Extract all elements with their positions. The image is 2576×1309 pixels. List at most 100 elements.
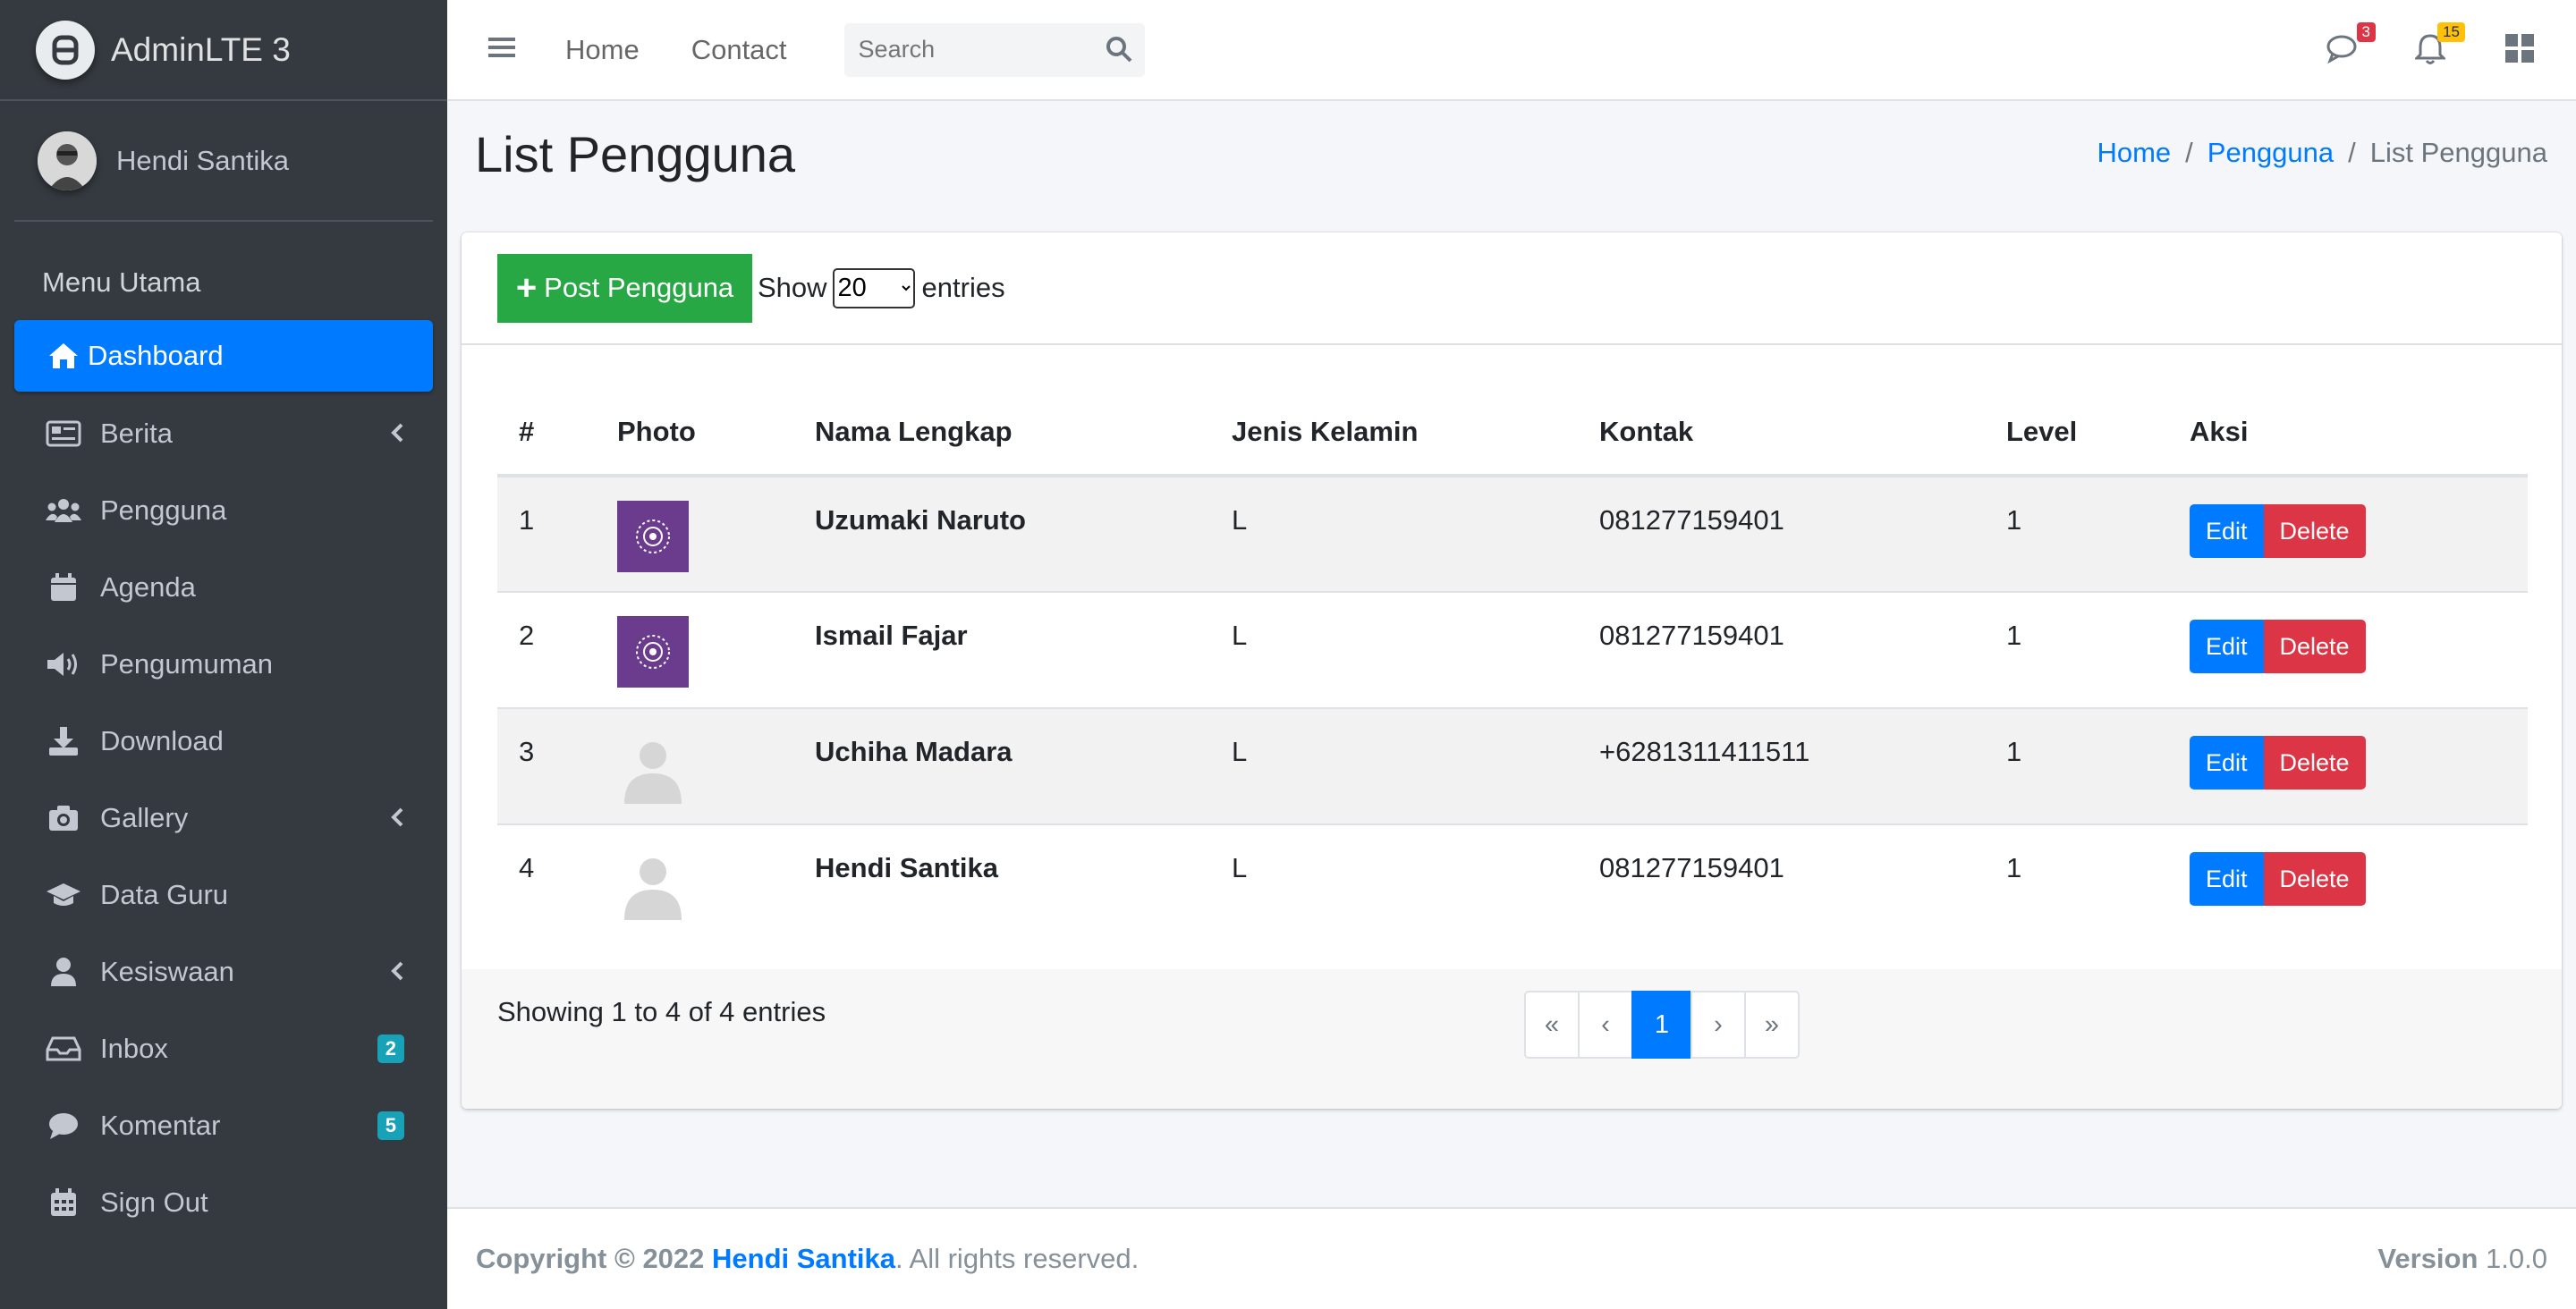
delete-button[interactable]: Delete <box>2263 504 2366 558</box>
sidebar-item-pengumuman[interactable]: Pengumuman <box>14 626 433 703</box>
post-pengguna-button[interactable]: + Post Pengguna <box>497 253 752 323</box>
breadcrumb-current: List Pengguna <box>2369 137 2547 168</box>
cell-no: 3 <box>497 708 596 825</box>
topnav-contact-link[interactable]: Contact <box>691 34 787 66</box>
apps-grid-icon[interactable] <box>2504 33 2540 69</box>
brand-link[interactable]: AdminLTE 3 <box>0 0 447 101</box>
sidebar-item-dashboard[interactable]: Dashboard <box>14 320 433 392</box>
sidebar-item-download[interactable]: Download <box>14 703 433 780</box>
plus-icon: + <box>515 268 538 308</box>
users-icon <box>45 492 82 529</box>
sidebar-item-berita[interactable]: Berita <box>14 395 433 472</box>
edit-button[interactable]: Edit <box>2190 504 2264 558</box>
search-input[interactable] <box>858 36 1100 63</box>
card-header: + Post Pengguna Show 20 entries <box>462 232 2562 345</box>
cell-actions: Edit Delete <box>2168 708 2528 825</box>
top-navbar: Home Contact 3 15 <box>447 0 2576 101</box>
sidebar-item-kesiswaan[interactable]: Kesiswaan <box>14 933 433 1010</box>
entries-label: entries <box>921 272 1005 303</box>
chevron-left-icon <box>390 802 404 834</box>
calendar-icon <box>45 569 82 606</box>
messages-badge: 3 <box>2356 21 2376 42</box>
table-row: 3 Uchiha Madara L +6281311411511 1 Edit D… <box>497 708 2528 825</box>
hamburger-menu-icon[interactable] <box>488 36 519 63</box>
search-box <box>843 22 1145 77</box>
table-row: 4 Hendi Santika L 081277159401 1 Edit Del… <box>497 824 2528 941</box>
cell-no: 1 <box>497 476 596 593</box>
post-pengguna-label: Post Pengguna <box>544 272 734 303</box>
notifications-bell-icon[interactable]: 15 <box>2413 21 2465 69</box>
komentar-count-badge: 5 <box>377 1111 404 1140</box>
cell-level: 1 <box>1985 708 2168 825</box>
cell-name: Uzumaki Naruto <box>793 476 1210 593</box>
column-header-no[interactable]: # <box>497 390 596 477</box>
sidebar-item-inbox[interactable]: Inbox 2 <box>14 1010 433 1087</box>
sidebar-item-data-guru[interactable]: Data Guru <box>14 857 433 933</box>
sidebar-item-label: Inbox <box>100 1033 168 1064</box>
edit-button[interactable]: Edit <box>2190 852 2264 906</box>
delete-button[interactable]: Delete <box>2263 736 2366 790</box>
chevron-left-icon <box>390 956 404 988</box>
sidebar-item-label: Gallery <box>100 802 189 833</box>
cell-no: 4 <box>519 852 535 883</box>
user-panel[interactable]: Hendi Santika <box>14 101 433 222</box>
nav-header: Menu Utama <box>42 266 201 298</box>
cell-level: 1 <box>2006 852 2022 883</box>
delete-button[interactable]: Delete <box>2263 852 2366 906</box>
search-icon[interactable] <box>1106 36 1134 64</box>
sidebar-item-gallery[interactable]: Gallery <box>14 780 433 857</box>
column-header-nama[interactable]: Nama Lengkap <box>793 390 1210 477</box>
sidebar-item-label: Data Guru <box>100 879 229 910</box>
column-header-jenis-kelamin[interactable]: Jenis Kelamin <box>1210 390 1578 477</box>
edit-button[interactable]: Edit <box>2190 736 2264 790</box>
column-header-kontak[interactable]: Kontak <box>1578 390 1985 477</box>
cell-gender: L <box>1232 852 1248 883</box>
breadcrumb-home-link[interactable]: Home <box>2097 137 2171 169</box>
mandala-photo-icon <box>617 501 689 572</box>
sidebar-item-komentar[interactable]: Komentar 5 <box>14 1087 433 1164</box>
cell-actions: Edit Delete <box>2168 824 2528 941</box>
rights-text: . All rights reserved. <box>895 1243 1140 1274</box>
pagination-page-1[interactable]: 1 <box>1631 991 1692 1059</box>
chevron-left-icon <box>390 418 404 450</box>
notifications-badge: 15 <box>2437 21 2465 42</box>
pagination-last[interactable]: » <box>1744 991 1800 1059</box>
topnav-home-link[interactable]: Home <box>565 34 640 66</box>
cell-actions: Edit Delete <box>2168 476 2528 593</box>
card-footer: Showing 1 to 4 of 4 entries « ‹ 1 › » <box>462 969 2562 1109</box>
sidebar-nav: Dashboard Berita Pengguna Agenda Pengumu… <box>0 320 447 1241</box>
sidebar-item-label: Dashboard <box>88 340 224 371</box>
sidebar-item-agenda[interactable]: Agenda <box>14 549 433 626</box>
download-icon <box>45 722 82 760</box>
cell-contact: +6281311411511 <box>1578 708 1985 825</box>
cell-gender: L <box>1210 592 1578 709</box>
sidebar-item-pengguna[interactable]: Pengguna <box>14 472 433 549</box>
cell-actions: Edit Delete <box>2168 592 2528 709</box>
edit-button[interactable]: Edit <box>2190 620 2264 673</box>
messages-icon[interactable]: 3 <box>2326 21 2376 69</box>
delete-button[interactable]: Delete <box>2263 620 2366 673</box>
pagination: « ‹ 1 › » <box>1524 991 1800 1059</box>
author-link[interactable]: Hendi Santika <box>712 1243 895 1275</box>
version-label: Version <box>2377 1243 2479 1274</box>
breadcrumb-pengguna-link[interactable]: Pengguna <box>2207 137 2334 169</box>
home-icon <box>45 337 82 375</box>
table-row: 1 Uzumaki Naruto L 081277159401 1 Edit De… <box>497 476 2528 593</box>
column-header-level[interactable]: Level <box>1985 390 2168 477</box>
mandala-photo-icon <box>617 616 689 688</box>
user-name: Hendi Santika <box>116 144 290 176</box>
cell-name: Hendi Santika <box>815 852 998 883</box>
main-footer: Copyright © 2022 Hendi Santika. All righ… <box>447 1207 2576 1309</box>
pagination-first[interactable]: « <box>1524 991 1580 1059</box>
megaphone-icon <box>45 646 82 683</box>
cell-photo <box>596 476 793 593</box>
column-header-photo[interactable]: Photo <box>596 390 793 477</box>
pagination-prev[interactable]: ‹ <box>1578 991 1633 1059</box>
users-table: # Photo Nama Lengkap Jenis Kelamin Konta… <box>497 390 2528 941</box>
pagination-next[interactable]: › <box>1690 991 1746 1059</box>
entries-select[interactable]: 20 <box>832 267 915 308</box>
version-info: Version 1.0.0 <box>2377 1243 2547 1275</box>
cell-level: 1 <box>1985 476 2168 593</box>
comment-icon <box>45 1107 82 1144</box>
sidebar-item-sign-out[interactable]: Sign Out <box>14 1164 433 1241</box>
